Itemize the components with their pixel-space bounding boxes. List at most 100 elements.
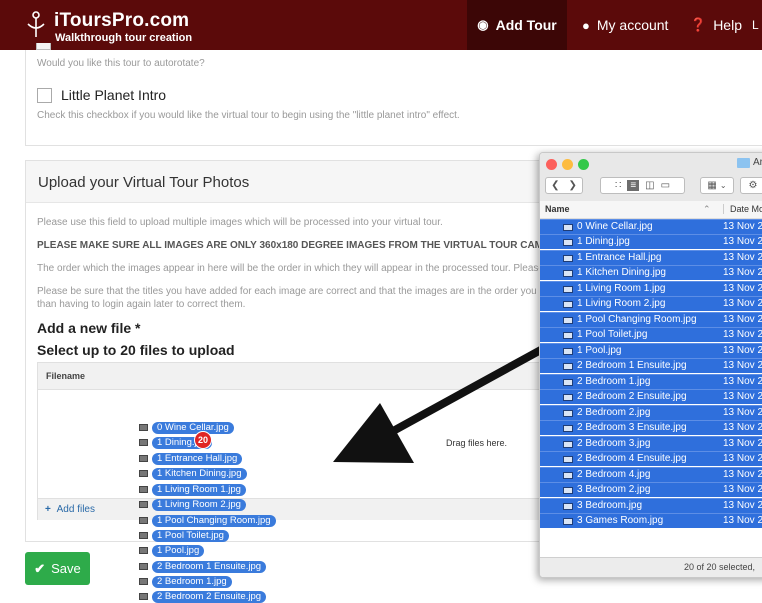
nav-extra[interactable]: L [752, 0, 759, 50]
finder-file-row[interactable]: 1 Entrance Hall.jpg 13 Nov 2 [540, 250, 762, 265]
nav-add-tour[interactable]: ◉ Add Tour [467, 0, 567, 50]
list-view-icon: ≡ [627, 180, 640, 191]
finder-file-row[interactable]: 1 Living Room 1.jpg 13 Nov 2 [540, 281, 762, 296]
finder-file-date: 13 Nov 2 [723, 391, 762, 402]
image-file-icon [139, 455, 148, 462]
nav-add-tour-label: Add Tour [495, 17, 557, 33]
file-table-header: Filename [38, 363, 558, 390]
upload-file-table[interactable]: Filename Drag files here. + Add files [37, 362, 559, 520]
icon-view-icon: ∷ [614, 180, 622, 191]
little-planet-hint: Check this checkbox if you would like th… [37, 110, 460, 121]
dragged-file-label: 2 Bedroom 2 Ensuite.jpg [152, 590, 267, 603]
image-file-icon [563, 425, 573, 432]
image-file-icon [563, 472, 573, 479]
dragged-file-label: 0 Wine Cellar.jpg [152, 421, 234, 434]
check-icon: ✔ [34, 560, 46, 576]
dragged-file: 2 Bedroom 2 Ensuite.jpg [139, 590, 267, 603]
dragged-file: 1 Kitchen Dining.jpg [139, 467, 247, 480]
finder-file-row[interactable]: 2 Bedroom 3.jpg 13 Nov 2 [540, 436, 762, 451]
image-file-icon [563, 363, 573, 370]
nav-my-account-label: My account [596, 17, 669, 33]
finder-file-date: 13 Nov 2 [723, 515, 762, 526]
nav-my-account[interactable]: ● My account [582, 0, 668, 50]
dragged-file: 1 Living Room 1.jpg [139, 483, 246, 496]
finder-file-row[interactable]: 2 Bedroom 4 Ensuite.jpg 13 Nov 2 [540, 451, 762, 466]
finder-file-row[interactable]: 2 Bedroom 4.jpg 13 Nov 2 [540, 467, 762, 482]
image-file-icon [139, 532, 148, 539]
dragged-file-label: 2 Bedroom 1 Ensuite.jpg [152, 560, 267, 573]
date-column-header[interactable]: Date Mod [723, 204, 762, 214]
nav-help[interactable]: ❓ Help [690, 0, 742, 50]
finder-file-date: 13 Nov 2 [723, 283, 762, 294]
add-new-file-heading: Add a new file * [37, 320, 141, 336]
image-file-icon [563, 348, 573, 355]
finder-file-name: 1 Pool Changing Room.jpg [577, 314, 697, 325]
upload-paragraph: than having to login again later to corr… [37, 299, 246, 310]
finder-file-row[interactable]: 0 Wine Cellar.jpg 13 Nov 2 [540, 219, 762, 234]
save-button[interactable]: ✔ Save [25, 552, 90, 585]
add-files-label: Add files [56, 504, 95, 515]
finder-file-row[interactable]: 1 Pool Toilet.jpg 13 Nov 2 [540, 327, 762, 342]
image-file-icon [139, 486, 148, 493]
finder-file-date: 13 Nov 2 [723, 484, 762, 495]
image-file-icon [563, 332, 573, 339]
file-table-footer: + Add files [38, 498, 558, 520]
finder-file-name: 0 Wine Cellar.jpg [577, 221, 653, 232]
camera-icon: ◉ [477, 17, 489, 32]
image-file-icon [139, 439, 148, 446]
image-file-icon [563, 224, 573, 231]
finder-file-row[interactable]: 3 Bedroom.jpg 13 Nov 2 [540, 498, 762, 513]
name-column-header[interactable]: Name [545, 204, 570, 214]
upload-warning: PLEASE MAKE SURE ALL IMAGES ARE ONLY 360… [37, 240, 567, 251]
finder-file-row[interactable]: 3 Bedroom 2.jpg 13 Nov 2 [540, 482, 762, 497]
finder-file-row[interactable]: 3 Games Room.jpg 13 Nov 2 [540, 513, 762, 528]
select-files-heading: Select up to 20 files to upload [37, 342, 235, 358]
finder-file-row[interactable]: 2 Bedroom 3 Ensuite.jpg 13 Nov 2 [540, 420, 762, 435]
minimize-window-button[interactable] [562, 159, 573, 170]
finder-file-row[interactable]: 1 Living Room 2.jpg 13 Nov 2 [540, 296, 762, 311]
finder-file-row[interactable]: 1 Kitchen Dining.jpg 13 Nov 2 [540, 265, 762, 280]
dragged-file: 0 Wine Cellar.jpg [139, 421, 234, 434]
finder-column-header[interactable]: Name ⌃ Date Mod [540, 201, 762, 219]
add-files-button[interactable]: + Add files [45, 504, 95, 515]
finder-file-row[interactable]: 2 Bedroom 1 Ensuite.jpg 13 Nov 2 [540, 358, 762, 373]
autorotate-checkbox[interactable] [36, 43, 51, 50]
finder-status-bar: 20 of 20 selected, [540, 557, 762, 577]
finder-file-date: 13 Nov 2 [723, 438, 762, 449]
dragged-file-label: 1 Pool Changing Room.jpg [152, 514, 276, 527]
image-file-icon [139, 578, 148, 585]
little-planet-checkbox[interactable] [37, 88, 52, 103]
grid-icon: ▦ [707, 180, 717, 191]
group-by-button[interactable]: ▦ ⌄ [700, 177, 734, 194]
dragged-file: 1 Pool Toilet.jpg [139, 529, 229, 542]
autorotate-hint: Would you like this tour to autorotate? [37, 58, 205, 69]
finder-file-name: 3 Bedroom.jpg [577, 500, 643, 511]
finder-file-name: 1 Entrance Hall.jpg [577, 252, 662, 263]
finder-file-row[interactable]: 2 Bedroom 2.jpg 13 Nov 2 [540, 405, 762, 420]
finder-file-name: 2 Bedroom 2 Ensuite.jpg [577, 391, 687, 402]
user-icon: ● [582, 17, 590, 33]
close-window-button[interactable] [546, 159, 557, 170]
finder-file-date: 13 Nov 2 [723, 407, 762, 418]
logo-subtitle: Walkthrough tour creation [55, 32, 193, 44]
finder-file-row[interactable]: 1 Pool.jpg 13 Nov 2 [540, 343, 762, 358]
dragged-file-label: 2 Bedroom 1.jpg [152, 575, 232, 588]
view-mode-switcher[interactable]: ∷ ≡ ◫ ▭ [600, 177, 685, 194]
finder-file-name: 1 Living Room 2.jpg [577, 298, 666, 309]
image-file-icon [563, 379, 573, 386]
zoom-window-button[interactable] [578, 159, 589, 170]
chevron-down-icon: ⌄ [719, 181, 727, 190]
image-file-icon [139, 501, 148, 508]
image-file-icon [139, 424, 148, 431]
chevron-left-icon: ❮ [551, 180, 560, 191]
finder-file-date: 13 Nov 2 [723, 376, 762, 387]
finder-file-row[interactable]: 2 Bedroom 1.jpg 13 Nov 2 [540, 374, 762, 389]
back-forward-buttons[interactable]: ❮ ❯ [545, 177, 583, 194]
image-file-icon [563, 441, 573, 448]
action-gear-button[interactable]: ⚙ [740, 177, 762, 194]
finder-file-row[interactable]: 1 Dining.jpg 13 Nov 2 [540, 234, 762, 249]
finder-file-row[interactable]: 1 Pool Changing Room.jpg 13 Nov 2 [540, 312, 762, 327]
finder-file-row[interactable]: 2 Bedroom 2 Ensuite.jpg 13 Nov 2 [540, 389, 762, 404]
finder-window[interactable]: Ar ❮ ❯ ∷ ≡ ◫ ▭ ▦ ⌄ ⚙ Name ⌃ Date Mod 0 W… [539, 152, 762, 578]
image-file-icon [563, 270, 573, 277]
